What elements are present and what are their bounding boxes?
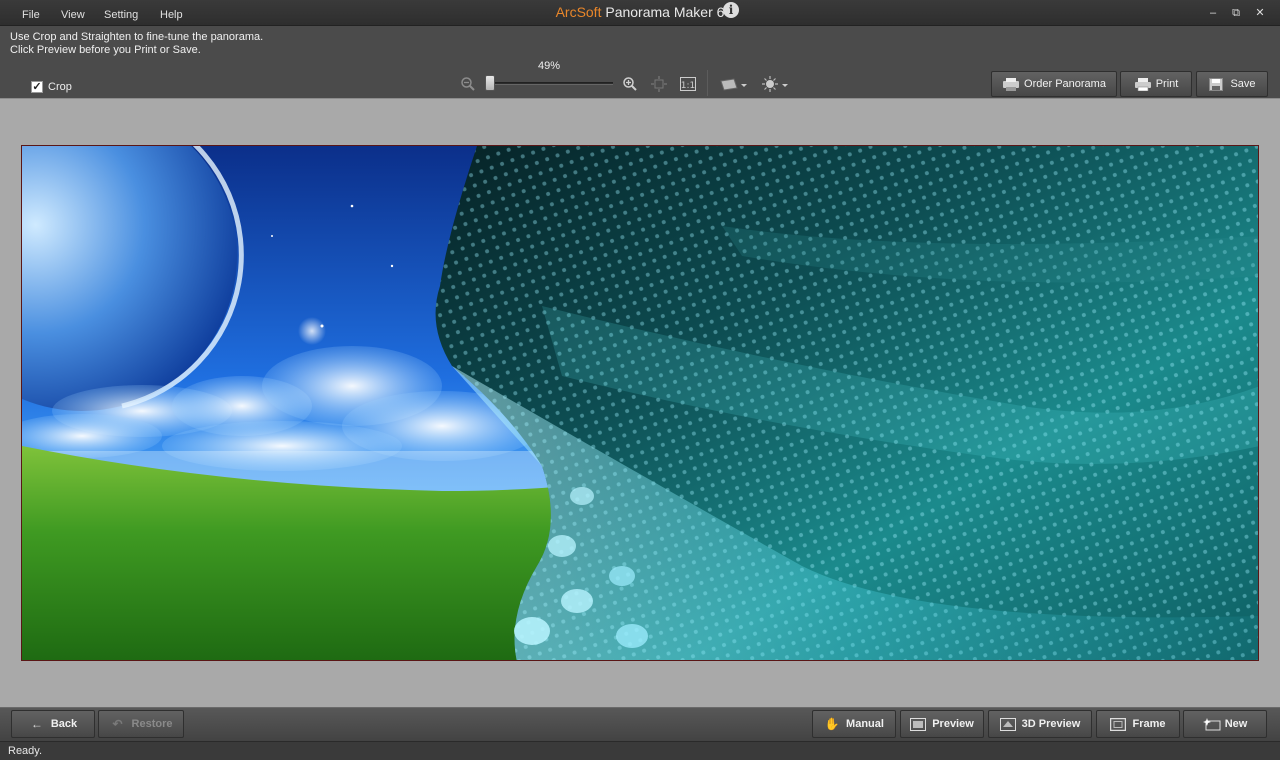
status-text: Ready. — [8, 745, 43, 757]
save-label: Save — [1230, 78, 1256, 90]
new-sparkle-icon — [1202, 717, 1221, 731]
back-button[interactable]: ← Back — [11, 710, 95, 738]
brightness-tool-icon[interactable] — [762, 76, 790, 92]
floppy-disk-icon — [1208, 77, 1224, 91]
actual-size-icon[interactable]: 1:1 — [680, 77, 696, 93]
status-bar: Ready. — [0, 741, 1280, 760]
3d-preview-icon — [999, 717, 1016, 731]
preview-button[interactable]: Preview — [900, 710, 984, 738]
close-icon[interactable]: ✕ — [1253, 6, 1267, 20]
order-panorama-label: Order Panorama — [1024, 78, 1106, 90]
straighten-tool-icon[interactable] — [720, 76, 748, 92]
restore-button[interactable]: ↶ Restore — [98, 710, 184, 738]
restore-undo-icon: ↶ — [112, 716, 123, 731]
3d-preview-label: 3D Preview — [1021, 718, 1081, 730]
zoom-in-icon[interactable] — [622, 76, 638, 92]
manual-label: Manual — [846, 718, 884, 730]
new-button[interactable]: New — [1183, 710, 1267, 738]
title-bar: File View Setting Help ArcSoft Panorama … — [0, 0, 1280, 26]
frame-label: Frame — [1132, 718, 1166, 730]
frame-icon — [1110, 717, 1127, 731]
svg-text:1:1: 1:1 — [681, 81, 695, 91]
order-icon — [1002, 77, 1020, 91]
zoom-slider-track[interactable] — [489, 82, 613, 85]
info-icon[interactable]: i — [723, 2, 739, 18]
manual-button[interactable]: ✋ Manual — [812, 710, 896, 738]
save-button[interactable]: Save — [1196, 71, 1268, 97]
crop-label: Crop — [48, 81, 72, 93]
panorama-image[interactable] — [21, 145, 1259, 661]
zoom-slider-thumb[interactable] — [485, 75, 496, 91]
print-button[interactable]: Print — [1120, 71, 1192, 97]
restore-label: Restore — [131, 718, 173, 730]
3d-preview-button[interactable]: 3D Preview — [988, 710, 1092, 738]
title-brand: ArcSoft — [555, 4, 602, 20]
minimize-icon[interactable]: – — [1206, 6, 1220, 20]
fit-to-window-icon[interactable] — [651, 76, 667, 92]
crop-checkbox[interactable]: ✓ — [31, 81, 43, 93]
new-label: New — [1224, 718, 1248, 730]
zoom-percent: 49% — [537, 60, 561, 72]
hint-line-2: Click Preview before you Print or Save. — [10, 44, 201, 56]
canvas-area — [0, 98, 1280, 707]
toolbar-separator — [707, 70, 708, 96]
zoom-out-icon[interactable] — [460, 76, 476, 92]
preview-icon — [910, 717, 927, 731]
frame-button[interactable]: Frame — [1096, 710, 1180, 738]
preview-label: Preview — [932, 718, 974, 730]
restore-window-icon[interactable]: ⧉ — [1229, 6, 1243, 20]
title-app-name: Panorama Maker 6 — [605, 4, 725, 20]
print-label: Print — [1155, 78, 1179, 90]
back-arrow-icon: ← — [30, 716, 43, 731]
hand-icon: ✋ — [824, 716, 840, 731]
order-panorama-button[interactable]: Order Panorama — [991, 71, 1117, 97]
printer-icon — [1134, 77, 1151, 91]
back-label: Back — [50, 718, 78, 730]
window-title: ArcSoft Panorama Maker 6 — [0, 4, 1280, 20]
hint-line-1: Use Crop and Straighten to fine-tune the… — [10, 31, 264, 43]
